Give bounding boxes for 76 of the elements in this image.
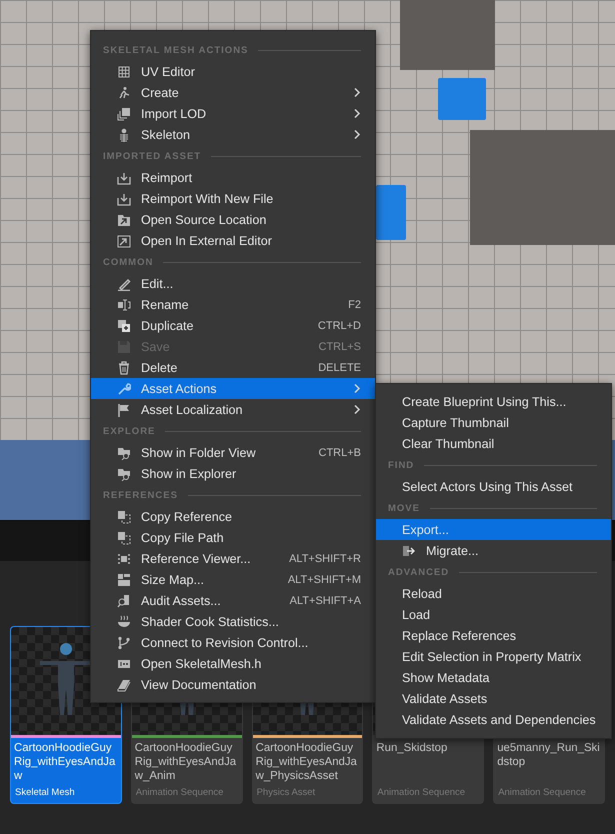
asset-name: CartoonHoodieGuyRig_withEyesAndJaw_Anim [134, 741, 238, 784]
menu-item[interactable]: Copy Reference [91, 506, 375, 527]
folder-search-icon [117, 446, 131, 460]
asset-name: CartoonHoodieGuyRig_withEyesAndJaw [13, 741, 116, 784]
menu-item[interactable]: Validate Assets [376, 688, 611, 709]
menu-item[interactable]: Reimport With New File [91, 188, 375, 209]
menu-item[interactable]: Replace References [376, 625, 611, 646]
asset-type: Physics Asset [256, 787, 316, 800]
menu-item[interactable]: Reference Viewer... ALT+SHIFT+R [91, 548, 375, 569]
book-icon [117, 678, 131, 692]
menu-item[interactable]: Create Blueprint Using This... [376, 391, 611, 412]
skeleton-icon [117, 128, 131, 142]
tray-arrow-icon [117, 170, 131, 184]
menu-item[interactable]: UV Editor [91, 61, 375, 82]
menu-item[interactable]: Capture Thumbnail [376, 412, 611, 433]
menu-item[interactable]: Audit Assets... ALT+SHIFT+A [91, 590, 375, 611]
wrench-icon [117, 382, 131, 396]
nodes-icon [117, 552, 131, 566]
menu-item[interactable]: Select Actors Using This Asset [376, 476, 611, 497]
menu-item[interactable]: Asset Localization [91, 399, 375, 420]
menu-item[interactable]: Validate Assets and Dependencies [376, 709, 611, 730]
stacked-squares-icon [117, 106, 131, 120]
bowl-icon [117, 614, 131, 628]
menu-item[interactable]: Edit... [91, 273, 375, 294]
menu-item[interactable]: Edit Selection in Property Matrix [376, 646, 611, 667]
tray-arrow-icon [117, 192, 131, 206]
menu-item[interactable]: Show Metadata [376, 667, 611, 688]
menu-item[interactable]: Clear Thumbnail [376, 433, 611, 454]
menu-item[interactable]: Rename F2 [91, 294, 375, 315]
blocks-icon [117, 572, 131, 586]
menu-item[interactable]: Skeleton [91, 124, 375, 145]
asset-type: Skeletal Mesh [14, 787, 76, 800]
shortcut-label: ALT+SHIFT+A [290, 594, 361, 606]
shortcut-label: F2 [348, 298, 361, 310]
menu-item[interactable]: Copy File Path [91, 527, 375, 548]
menu-item[interactable]: Load [376, 604, 611, 625]
copy-icon [117, 530, 131, 544]
menu-item[interactable]: Open Source Location [91, 209, 375, 230]
menu-item[interactable]: Open In External Editor [91, 230, 375, 251]
magnifier-document-icon [117, 594, 131, 608]
running-figure-icon [117, 86, 131, 100]
menu-item[interactable]: Export... [376, 519, 611, 540]
shortcut-label: CTRL+B [318, 446, 361, 458]
pencil-icon [117, 276, 131, 290]
menu-item[interactable]: Reload [376, 583, 611, 604]
grid-icon [117, 64, 131, 78]
asset-type: Animation Sequence [376, 787, 466, 800]
menu-item[interactable]: Show in Explorer [91, 463, 375, 484]
menu-item[interactable]: Migrate... [376, 540, 611, 561]
menu-item[interactable]: Show in Folder View CTRL+B [91, 442, 375, 463]
rename-icon [117, 298, 131, 312]
duplicate-icon [117, 318, 131, 332]
asset-type: Animation Sequence [497, 787, 587, 800]
shortcut-label: CTRL+D [318, 320, 361, 332]
menu-item[interactable]: Delete DELETE [91, 357, 375, 378]
asset-type: Animation Sequence [134, 787, 224, 800]
menu-item[interactable]: Asset Actions [91, 378, 375, 399]
shortcut-label: ALT+SHIFT+R [289, 552, 361, 564]
asset-name: CartoonHoodieGuyRig_withEyesAndJaw_PhysicsAsset [254, 741, 358, 784]
menu-item[interactable]: Create [91, 82, 375, 103]
menu-item[interactable]: Duplicate CTRL+D [91, 315, 375, 336]
copy-icon [117, 510, 131, 524]
branch-icon [117, 636, 131, 650]
folder-arrow-icon [117, 212, 131, 226]
menu-item[interactable]: Import LOD [91, 103, 375, 124]
menu-item[interactable]: Reimport [91, 167, 375, 188]
flag-icon [117, 402, 131, 416]
asset-name: Run_Skidstop [375, 741, 448, 756]
folder-search-icon [117, 466, 131, 480]
menu-item[interactable]: Size Map... ALT+SHIFT+M [91, 569, 375, 590]
trash-icon [117, 360, 131, 374]
shortcut-label: ALT+SHIFT+M [288, 574, 361, 586]
shortcut-label: DELETE [318, 362, 361, 374]
shortcut-label: CTRL+S [318, 340, 361, 352]
asset-name: ue5manny_Run_Skidstop [496, 741, 601, 770]
exit-arrow-icon [402, 544, 416, 558]
